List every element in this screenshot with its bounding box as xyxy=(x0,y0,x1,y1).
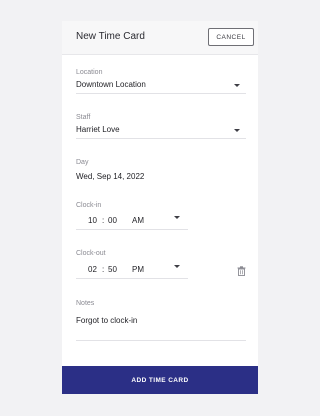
cancel-button[interactable]: CANCEL xyxy=(208,28,254,46)
staff-select[interactable]: Harriet Love xyxy=(76,123,246,139)
location-value: Downtown Location xyxy=(76,80,146,89)
clock-out-hour[interactable]: 02 xyxy=(88,265,97,274)
chevron-down-icon xyxy=(174,216,180,219)
clock-out-minute[interactable]: 50 xyxy=(108,265,117,274)
clock-out-label: Clock-out xyxy=(76,250,106,257)
form-title: New Time Card xyxy=(76,31,145,42)
add-time-card-button[interactable]: ADD TIME CARD xyxy=(62,366,258,394)
form-header: New Time Card CANCEL xyxy=(62,21,258,55)
notes-label: Notes xyxy=(76,300,95,307)
chevron-down-icon xyxy=(174,265,180,268)
clock-out-time-picker[interactable]: 02 : 50 PM xyxy=(76,263,188,279)
clock-in-separator: : xyxy=(102,216,105,225)
day-value[interactable]: Wed, Sep 14, 2022 xyxy=(76,172,144,181)
clock-in-time-picker[interactable]: 10 : 00 AM xyxy=(76,214,188,230)
chevron-down-icon xyxy=(234,129,240,132)
chevron-down-icon xyxy=(234,84,240,87)
clock-out-period[interactable]: PM xyxy=(132,265,144,274)
trash-icon[interactable] xyxy=(237,266,246,276)
notes-textarea[interactable]: Forgot to clock-in xyxy=(76,313,246,341)
notes-value: Forgot to clock-in xyxy=(76,316,138,325)
location-select[interactable]: Downtown Location xyxy=(76,78,246,94)
clock-in-label: Clock-in xyxy=(76,202,102,209)
clock-out-separator: : xyxy=(102,265,105,274)
location-label: Location xyxy=(76,69,103,76)
time-card-form: New Time Card CANCEL Location Downtown L… xyxy=(62,21,258,394)
day-label: Day xyxy=(76,159,89,166)
staff-value: Harriet Love xyxy=(76,125,120,134)
clock-in-period[interactable]: AM xyxy=(132,216,144,225)
clock-in-hour[interactable]: 10 xyxy=(88,216,97,225)
clock-in-minute[interactable]: 00 xyxy=(108,216,117,225)
staff-label: Staff xyxy=(76,114,91,121)
